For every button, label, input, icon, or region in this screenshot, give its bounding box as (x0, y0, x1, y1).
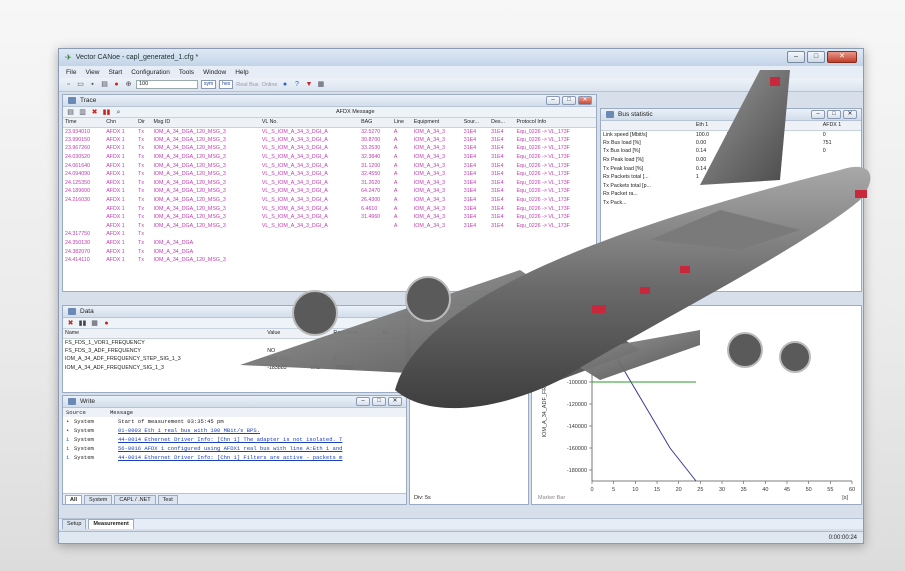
engine-right-inner (727, 332, 763, 368)
tail-fin (700, 70, 790, 185)
sensor-marker (855, 190, 867, 198)
engine-left-outer (292, 290, 338, 336)
sensor-marker (770, 77, 780, 86)
engine-left-inner (405, 276, 451, 322)
sensor-marker (680, 266, 690, 273)
sensor-marker (592, 305, 606, 313)
aircraft-illustration (240, 70, 871, 409)
engine-right-outer (779, 341, 811, 373)
sensor-marker (640, 287, 650, 294)
